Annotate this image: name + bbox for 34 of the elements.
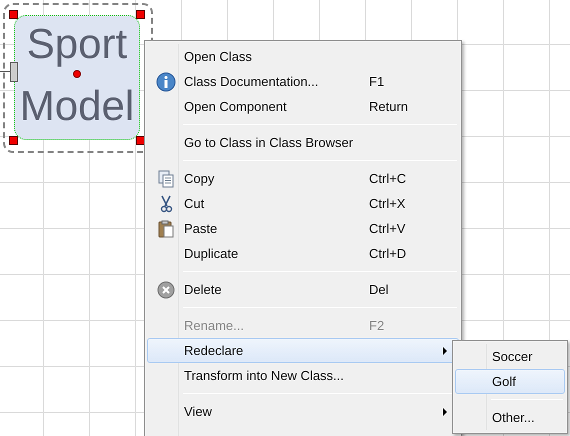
menu-item[interactable]: Duplicate Ctrl+D: [147, 241, 459, 266]
shortcut-label: F2: [369, 316, 386, 335]
resize-handle[interactable]: [136, 10, 145, 19]
shortcut-label: Ctrl+V: [369, 220, 406, 238]
delete-icon: [157, 280, 175, 298]
menu-item[interactable]: Open Component Return: [147, 94, 459, 119]
info-icon: [156, 72, 176, 92]
menu-item[interactable]: Open Class: [147, 44, 459, 69]
shortcut-label: Del: [369, 280, 390, 299]
menu-item[interactable]: Paste Ctrl+V: [147, 216, 459, 241]
shortcut-label: Ctrl+X: [369, 194, 406, 213]
shortcut-label: F1: [369, 72, 386, 91]
submenu-arrow-icon: [443, 408, 447, 416]
menu-item[interactable]: Class Documentation... F1: [147, 69, 459, 94]
menu-item[interactable]: Go to Class in Class Browser: [147, 130, 459, 155]
copy-icon: [158, 170, 174, 188]
clipboard-icon: [158, 220, 174, 238]
resize-handle[interactable]: [9, 136, 18, 145]
shortcut-label: Return: [369, 98, 410, 116]
menu-item[interactable]: Copy Ctrl+C: [147, 166, 459, 191]
component-label: Sport: [26, 19, 128, 69]
menu-item[interactable]: Golf: [455, 369, 565, 394]
connector-port[interactable]: [10, 62, 18, 82]
shortcut-label: Ctrl+C: [369, 170, 408, 188]
menu-item[interactable]: Redeclare: [147, 338, 459, 363]
shortcut-label: Ctrl+D: [369, 244, 408, 263]
component-label: Model: [20, 81, 134, 131]
connector-line: [0, 71, 10, 72]
menu-item[interactable]: Cut Ctrl+X: [147, 191, 459, 216]
scissors-icon: [158, 194, 174, 212]
resize-handle[interactable]: [9, 10, 18, 19]
submenu-arrow-icon: [443, 346, 447, 354]
menu-item[interactable]: Delete Del: [147, 277, 459, 302]
component-block[interactable]: Sport Model: [14, 15, 140, 140]
